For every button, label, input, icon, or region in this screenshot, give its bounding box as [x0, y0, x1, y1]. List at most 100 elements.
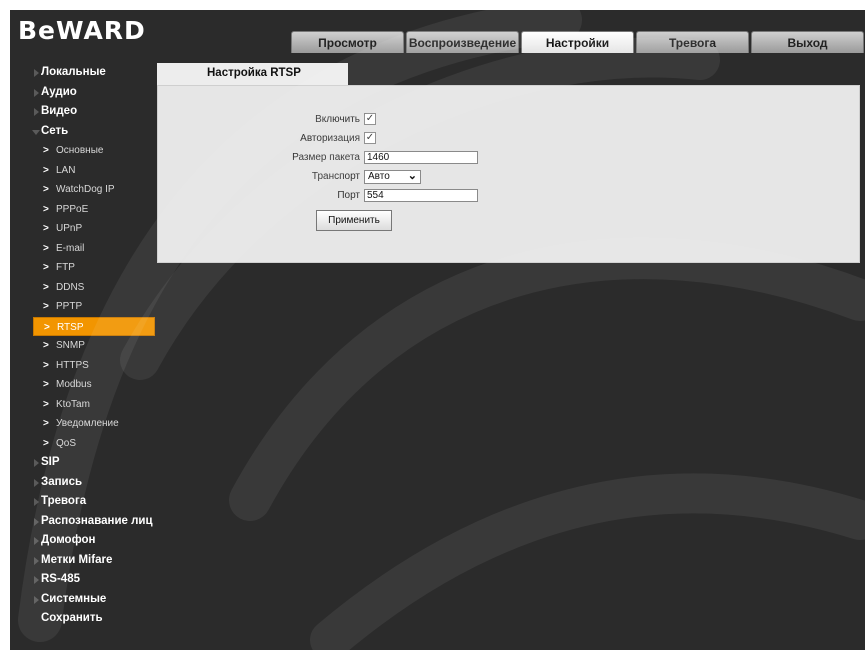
sidebar-subitem[interactable]: > PPPoE	[10, 200, 160, 220]
triangle-right-icon	[34, 576, 39, 584]
sidebar-subitem-label: PPTP	[56, 301, 83, 312]
transport-row: Транспорт	[218, 169, 360, 185]
sidebar-subitem-label: DDNS	[56, 281, 85, 293]
sidebar-subitem[interactable]: > Modbus	[10, 375, 160, 395]
sidebar-subitem[interactable]: > UPnP	[10, 219, 160, 239]
chevron-right-icon: >	[43, 359, 49, 371]
sidebar-section-label: SIP	[41, 456, 60, 468]
sidebar-subitem-label: Основные	[56, 145, 104, 156]
sidebar-section-label: RS-485	[41, 573, 80, 585]
enable-checkbox[interactable]: ✓	[364, 113, 376, 125]
sidebar-subitem-label: RTSP	[57, 321, 84, 333]
sidebar-subitem-label: UPnP	[56, 223, 83, 234]
sidebar-subitem[interactable]: > LAN	[10, 161, 160, 181]
sidebar-section[interactable]: Системные	[10, 590, 160, 610]
chevron-right-icon: >	[43, 301, 49, 312]
sidebar-section[interactable]: Локальные	[10, 63, 160, 83]
sidebar-subitem-label: SNMP	[56, 340, 85, 351]
sidebar-subitem-label: WatchDog IP	[56, 184, 115, 195]
sidebar-subitem[interactable]: > HTTPS	[10, 356, 160, 376]
sidebar-subitem-label: E-mail	[56, 242, 85, 254]
sidebar-subitem-label: FTP	[56, 262, 75, 273]
sidebar-section[interactable]: RS-485	[10, 570, 160, 590]
app-frame: BeWARD Просмотр Воспроизведение Настройки Т…	[10, 10, 865, 650]
chevron-right-icon: >	[43, 164, 49, 176]
enable-row: Включить	[218, 112, 360, 128]
transport-value: Авто	[368, 171, 390, 182]
sidebar-subitem[interactable]: > PPTP	[10, 297, 160, 317]
sidebar-section-label: Домофон	[41, 534, 96, 546]
triangle-right-icon	[34, 108, 39, 116]
chevron-right-icon: >	[43, 145, 49, 156]
port-input[interactable]: 554	[364, 189, 478, 202]
sidebar-section-label: Распознавание лиц	[41, 514, 153, 527]
triangle-right-icon	[34, 88, 39, 97]
enable-label: Включить	[315, 114, 360, 125]
sidebar-section[interactable]: SIP	[10, 453, 160, 473]
sidebar-section-label: Метки Mifare	[41, 553, 113, 566]
chevron-right-icon: >	[44, 321, 50, 333]
sidebar-subitem[interactable]: > Основные	[10, 141, 160, 161]
tab-4[interactable]: Выход	[751, 31, 864, 53]
sidebar-section-label: Тревога	[41, 495, 87, 507]
tab-3[interactable]: Тревога	[636, 31, 749, 53]
chevron-right-icon: >	[43, 281, 49, 293]
transport-select[interactable]: Авто ⌄	[364, 170, 421, 184]
sidebar-subitem[interactable]: > RTSP	[33, 316, 155, 336]
check-icon: ✓	[365, 113, 375, 124]
sidebar-subitem-label: PPPoE	[56, 203, 89, 215]
sidebar-subitem-label: KtoTam	[56, 398, 90, 410]
sidebar-section[interactable]: Запись	[10, 473, 160, 493]
sidebar-subitem[interactable]: > E-mail	[10, 239, 160, 259]
tab-0[interactable]: Просмотр	[291, 31, 404, 53]
sidebar-section[interactable]: Сеть	[10, 122, 160, 142]
auth-checkbox[interactable]: ✓	[364, 132, 376, 144]
port-row: Порт	[218, 188, 360, 204]
transport-label: Транспорт	[311, 171, 360, 182]
sidebar-section-label: Сеть	[41, 124, 69, 137]
triangle-right-icon	[34, 537, 39, 545]
sidebar-section[interactable]: Аудио	[10, 83, 160, 103]
tab-2[interactable]: Настройки	[521, 31, 634, 53]
sidebar-section[interactable]: Домофон	[10, 531, 160, 551]
sidebar-subitem[interactable]: > Уведомление	[10, 414, 160, 434]
sidebar-section[interactable]: Распознавание лиц	[10, 512, 160, 532]
chevron-right-icon: >	[43, 184, 49, 195]
packet-label: Размер пакета	[292, 152, 360, 163]
chevron-right-icon: >	[43, 223, 49, 234]
packet-row: Размер пакета	[218, 150, 360, 166]
port-label: Порт	[337, 190, 360, 201]
sidebar-subitem[interactable]: > FTP	[10, 258, 160, 278]
triangle-right-icon	[34, 556, 39, 565]
sidebar-subitem[interactable]: > DDNS	[10, 278, 160, 298]
apply-button[interactable]: Применить	[316, 210, 392, 231]
chevron-down-icon: ⌄	[407, 170, 417, 182]
chevron-right-icon: >	[43, 340, 49, 351]
sidebar-section[interactable]: Метки Mifare	[10, 551, 160, 571]
sidebar-subitem[interactable]: > WatchDog IP	[10, 180, 160, 200]
packet-size-input[interactable]: 1460	[364, 151, 478, 164]
check-icon: ✓	[365, 132, 375, 143]
chevron-right-icon: >	[43, 398, 49, 410]
sidebar-subitem[interactable]: > KtoTam	[10, 395, 160, 415]
chevron-right-icon: >	[43, 242, 49, 254]
sidebar-section-label: Видео	[41, 105, 78, 117]
triangle-right-icon	[34, 459, 39, 467]
sidebar-subitem-label: QoS	[56, 437, 77, 449]
sidebar-subitem[interactable]: > SNMP	[10, 336, 160, 356]
rtsp-tab-title[interactable]: Настройка RTSP	[157, 63, 348, 85]
save-button[interactable]: Сохранить	[10, 609, 160, 629]
sidebar-subitem[interactable]: > QoS	[10, 434, 160, 454]
sidebar-section[interactable]: Тревога	[10, 492, 160, 512]
auth-label: Авторизация	[300, 133, 360, 144]
triangle-right-icon	[34, 595, 39, 604]
triangle-down-icon	[32, 129, 40, 135]
chevron-right-icon: >	[43, 437, 49, 449]
tab-1[interactable]: Воспроизведение	[406, 31, 519, 53]
auth-row: Авторизация	[218, 131, 360, 147]
beward-logo: BeWARD	[18, 16, 146, 45]
sidebar-subitem-label: HTTPS	[56, 359, 89, 371]
sidebar-section-label: Системные	[41, 592, 107, 605]
sidebar-section[interactable]: Видео	[10, 102, 160, 122]
triangle-right-icon	[34, 498, 39, 506]
